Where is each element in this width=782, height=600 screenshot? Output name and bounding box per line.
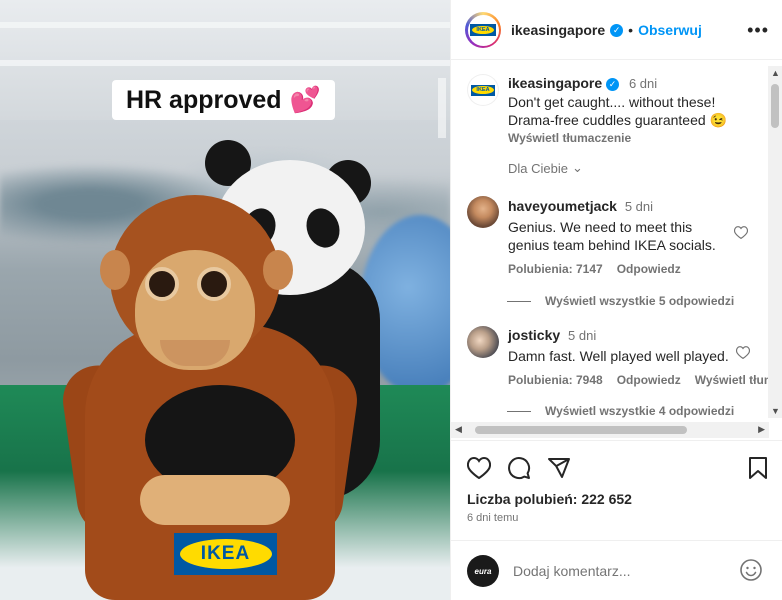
comment-text: genius team behind IKEA socials. <box>508 237 716 253</box>
divider <box>507 410 531 412</box>
comment-like-heart-icon[interactable] <box>735 346 751 364</box>
chevron-down-icon: ⌄ <box>571 160 583 175</box>
ikea-logo: IKEA <box>174 533 277 575</box>
sticker-text: HR approved <box>126 85 282 114</box>
sort-label: Dla Ciebie <box>508 160 568 176</box>
follow-button[interactable]: Obserwuj <box>638 22 702 38</box>
translate-link[interactable]: Wyświetl tłuma <box>695 373 768 387</box>
current-user-avatar[interactable]: eura <box>467 555 499 587</box>
view-replies-link[interactable]: Wyświetl wszystkie 4 odpowiedzi <box>507 404 734 418</box>
comment-likes-count[interactable]: Polubienia: 7147 <box>508 262 603 276</box>
view-replies-link[interactable]: Wyświetl wszystkie 5 odpowiedzi <box>507 294 734 308</box>
bookmark-icon[interactable] <box>748 456 768 485</box>
comment-text: Genius. We need to meet this <box>508 219 693 235</box>
reply-button[interactable]: Odpowiedz <box>617 262 681 276</box>
current-user-badge: eura <box>474 566 492 576</box>
comments-section: IKEA ikeasingapore ✓ 6 dni Don't get cau… <box>451 60 782 440</box>
comment-like-heart-icon[interactable] <box>733 226 749 244</box>
caption-avatar[interactable]: IKEA <box>467 74 499 106</box>
view-replies-label: Wyświetl wszystkie 4 odpowiedzi <box>545 404 735 418</box>
add-comment-bar: eura <box>451 540 782 600</box>
comment-time[interactable]: 5 dni <box>625 199 653 214</box>
vertical-scroll-thumb[interactable] <box>771 84 779 128</box>
comment-sort-dropdown[interactable]: Dla Ciebie ⌄ <box>508 160 583 176</box>
shelf-stripe <box>0 22 450 28</box>
avatar-logo-text: IKEA <box>472 26 494 34</box>
comment-time[interactable]: 5 dni <box>568 328 596 343</box>
post-sidebar: IKEA ikeasingapore ✓ • Obserwuj ••• IKEA… <box>450 0 782 600</box>
commenter-username[interactable]: haveyoumetjack <box>508 198 617 214</box>
scroll-down-arrow-icon[interactable]: ▼ <box>771 406 780 416</box>
verified-badge-icon: ✓ <box>606 77 620 91</box>
horizontal-scrollbar[interactable]: ◀ ▶ <box>451 422 769 438</box>
commenter-username[interactable]: josticky <box>508 327 560 343</box>
shelf-stripe <box>0 60 450 66</box>
scroll-right-arrow-icon[interactable]: ▶ <box>758 424 765 435</box>
hr-approved-sticker: HR approved 💕 <box>112 80 335 120</box>
vertical-scrollbar[interactable]: ▲ ▼ <box>768 66 782 418</box>
like-heart-icon[interactable] <box>466 456 492 484</box>
verified-badge-icon: ✓ <box>610 23 624 37</box>
horizontal-scroll-thumb[interactable] <box>475 426 687 434</box>
heart-emoji: 💕 <box>289 85 321 114</box>
caption-username[interactable]: ikeasingapore <box>508 75 602 91</box>
post-image[interactable]: HR approved 💕 IKEA <box>0 0 450 600</box>
scroll-up-arrow-icon[interactable]: ▲ <box>771 68 780 78</box>
more-options-icon[interactable]: ••• <box>747 20 769 41</box>
emoji-icon[interactable] <box>739 558 763 587</box>
reply-button[interactable]: Odpowiedz <box>617 373 681 387</box>
separator-dot: • <box>628 22 634 38</box>
post-time-ago[interactable]: 6 dni temu <box>467 512 518 524</box>
post-header: IKEA ikeasingapore ✓ • Obserwuj ••• <box>451 0 782 60</box>
commenter-avatar[interactable] <box>467 196 499 228</box>
share-icon[interactable] <box>547 456 571 485</box>
translate-link[interactable]: Wyświetl tłumaczenie <box>508 131 768 145</box>
caption-line: Drama-free cuddles guaranteed 😉 <box>508 112 727 128</box>
monkey-ear <box>100 250 130 290</box>
ikea-logo-text: IKEA <box>200 543 251 564</box>
scroll-left-arrow-icon[interactable]: ◀ <box>455 424 462 435</box>
copyright-strip <box>438 78 446 138</box>
caption-line: Don't get caught.... without these! <box>508 94 716 110</box>
comment-icon[interactable] <box>507 456 531 485</box>
monkey-hands <box>140 475 290 525</box>
divider <box>507 300 531 302</box>
monkey-eye <box>197 267 231 301</box>
comment-input[interactable] <box>511 559 735 583</box>
monkey-eye <box>145 267 179 301</box>
likes-count[interactable]: Liczba polubień: 222 652 <box>467 491 632 507</box>
author-username[interactable]: ikeasingapore <box>511 22 605 38</box>
author-avatar[interactable]: IKEA <box>465 12 501 48</box>
view-replies-label: Wyświetl wszystkie 5 odpowiedzi <box>545 294 735 308</box>
avatar-logo-text: IKEA <box>472 86 494 94</box>
monkey-ear <box>263 250 293 290</box>
comment-likes-count[interactable]: Polubienia: 7948 <box>508 373 603 387</box>
commenter-avatar[interactable] <box>467 326 499 358</box>
caption-time[interactable]: 6 dni <box>629 76 657 91</box>
